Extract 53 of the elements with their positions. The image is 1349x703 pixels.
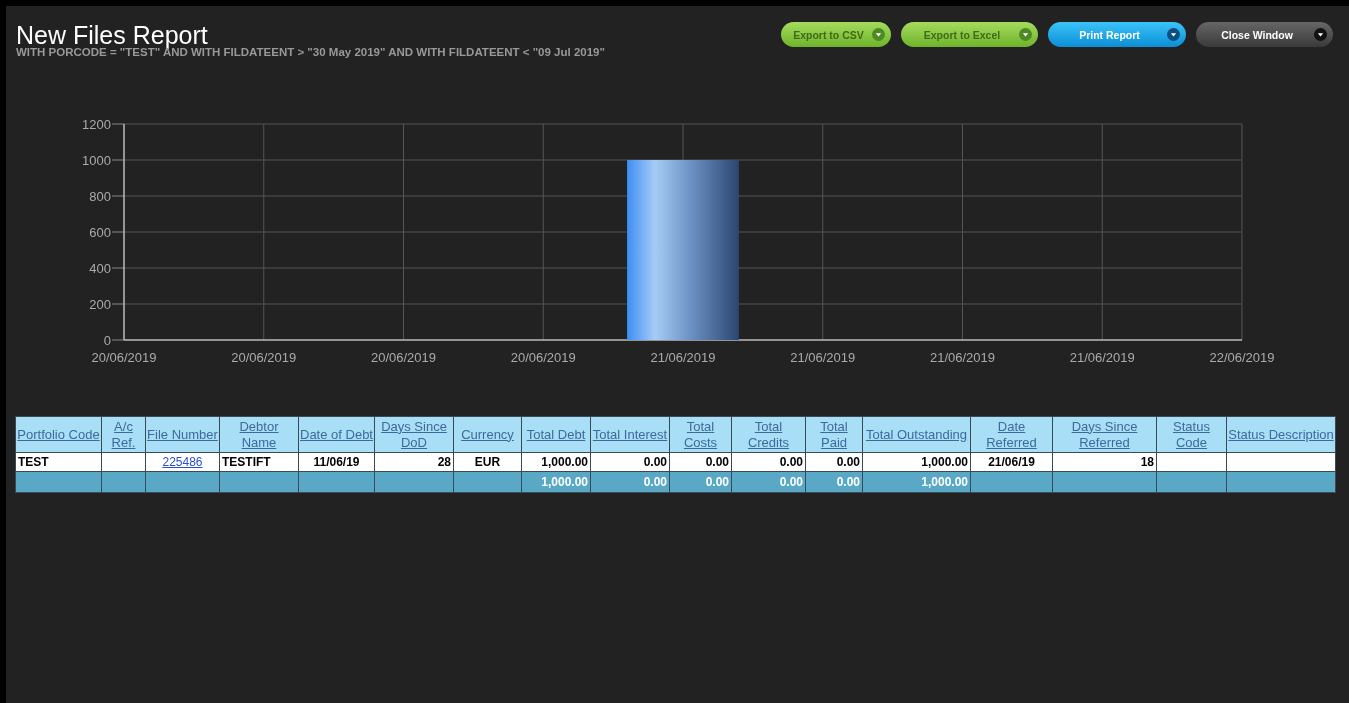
table-cell: 11/06/19 (313, 455, 360, 469)
y-axis-label: 600 (89, 225, 111, 240)
dropdown-icon (1167, 28, 1180, 41)
dropdown-icon (872, 28, 885, 41)
x-axis-label: 21/06/2019 (929, 350, 996, 365)
action-button[interactable]: Export to Excel (901, 22, 1038, 47)
column-header-link[interactable]: Total Credits (733, 418, 804, 451)
table-cell: 1,000.00 (921, 455, 968, 469)
table-cell: 0.00 (779, 455, 803, 469)
total-cell: 0.00 (836, 475, 860, 489)
action-button[interactable]: Export to CSV (781, 22, 891, 47)
table-cell: TEST (18, 455, 49, 469)
x-axis-label: 21/06/2019 (790, 350, 856, 365)
column-header-link[interactable]: Debtor Name (221, 418, 297, 451)
y-axis-label: 1200 (82, 117, 111, 132)
x-axis-label: 21/06/2019 (1069, 350, 1135, 365)
column-header-link[interactable]: Days Since DoD (376, 418, 452, 451)
table-cell: 0.00 (705, 455, 729, 469)
y-axis-label: 200 (89, 297, 111, 312)
y-axis-label: 0 (103, 333, 111, 348)
x-axis-label: 20/06/2019 (231, 350, 297, 365)
total-cell: 0.00 (705, 475, 729, 489)
x-axis-label: 20/06/2019 (91, 350, 157, 365)
column-header-link[interactable]: Total Costs (671, 418, 730, 451)
total-cell: 1,000.00 (921, 475, 968, 489)
table-cell: 1,000.00 (541, 455, 588, 469)
total-cell: 0.00 (779, 475, 803, 489)
table-cell: 18 (1140, 455, 1154, 469)
y-axis-label: 800 (89, 189, 111, 204)
x-axis-label: 20/06/2019 (510, 350, 576, 365)
action-button[interactable]: Print Report (1048, 22, 1186, 47)
column-header-link[interactable]: Date Referred (972, 418, 1051, 451)
x-axis-label: 20/06/2019 (370, 350, 437, 365)
total-cell: 0.00 (643, 475, 667, 489)
table-cell: TESTIFT (222, 455, 271, 469)
action-button[interactable]: Close Window (1196, 22, 1333, 47)
dropdown-icon (1019, 28, 1032, 41)
table-cell: 28 (437, 455, 451, 469)
total-cell: 1,000.00 (541, 475, 588, 489)
y-axis-label: 1000 (82, 153, 111, 168)
report-title: New Files Report (16, 22, 208, 48)
x-axis-label: 22/06/2019 (1209, 350, 1275, 365)
column-header-link[interactable]: Total Paid (807, 418, 861, 451)
x-axis-label: 21/06/2019 (650, 350, 716, 365)
table-cell: 21/06/19 (988, 455, 1035, 469)
column-header-link[interactable]: A/c Ref. (103, 418, 144, 451)
table-cell: 0.00 (836, 455, 860, 469)
column-header-link[interactable]: Days Since Referred (1054, 418, 1155, 451)
table-cell: 0.00 (643, 455, 667, 469)
column-header-link[interactable]: Status Code (1158, 418, 1225, 451)
y-axis-label: 400 (89, 261, 111, 276)
dropdown-icon (1314, 28, 1327, 41)
table-cell: EUR (474, 455, 501, 469)
